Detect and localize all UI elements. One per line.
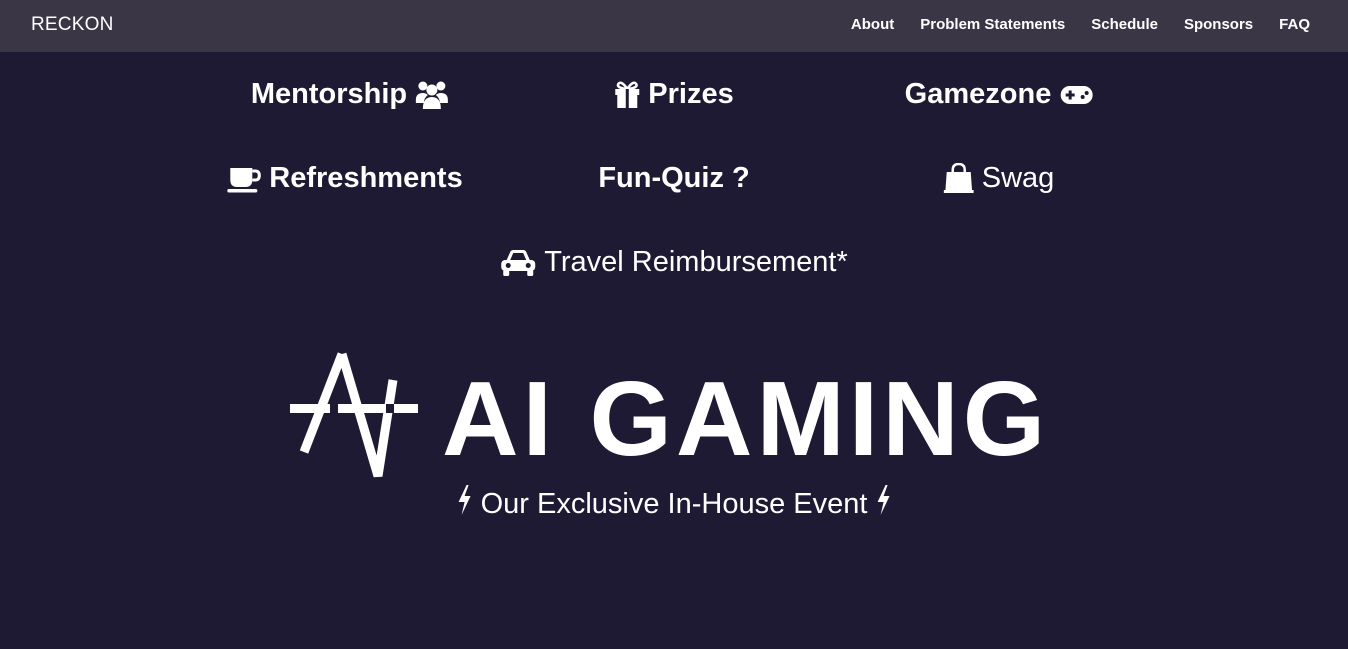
feature-swag: Swag	[943, 162, 1055, 195]
gift-icon	[614, 81, 640, 109]
feature-funquiz: Fun-Quiz ?	[598, 162, 749, 195]
tagline-text: Our Exclusive In-House Event	[480, 487, 868, 520]
users-icon	[415, 80, 449, 110]
feature-mentorship: Mentorship	[251, 78, 449, 111]
feature-label: Fun-Quiz	[598, 162, 724, 194]
feature-label: Refreshments	[269, 162, 463, 194]
feature-gamezone: Gamezone	[905, 78, 1094, 111]
feature-travel: Travel Reimbursement*	[500, 246, 848, 279]
feature-label: Prizes	[648, 78, 734, 110]
question-icon: ?	[731, 162, 750, 194]
feature-prizes: Prizes	[614, 78, 734, 111]
bolt-icon	[457, 485, 473, 523]
ai-gaming-logo-icon	[290, 352, 422, 483]
event-tagline: Our Exclusive In-House Event	[457, 485, 892, 523]
car-icon	[500, 248, 536, 278]
nav-link-sponsors[interactable]: Sponsors	[1184, 16, 1253, 33]
nav-links: About Problem Statements Schedule Sponso…	[851, 16, 1310, 33]
ai-gaming-title: AI GAMING	[442, 360, 1050, 478]
feature-label: Travel Reimbursement*	[544, 246, 848, 278]
coffee-icon	[227, 165, 261, 193]
gamepad-icon	[1059, 84, 1093, 106]
feature-label: Gamezone	[904, 78, 1052, 110]
brand-link[interactable]: RECKON	[31, 14, 114, 36]
nav-link-schedule[interactable]: Schedule	[1091, 16, 1158, 33]
nav-link-faq[interactable]: FAQ	[1279, 16, 1310, 33]
shopping-bag-icon	[943, 162, 974, 195]
feature-refreshments: Refreshments	[227, 162, 463, 195]
nav-link-problem-statements[interactable]: Problem Statements	[920, 16, 1065, 33]
nav-link-about[interactable]: About	[851, 16, 894, 33]
feature-label: Swag	[981, 162, 1055, 194]
navbar: RECKON About Problem Statements Schedule…	[0, 0, 1348, 52]
feature-label: Mentorship	[250, 78, 408, 110]
bolt-icon	[875, 485, 891, 523]
